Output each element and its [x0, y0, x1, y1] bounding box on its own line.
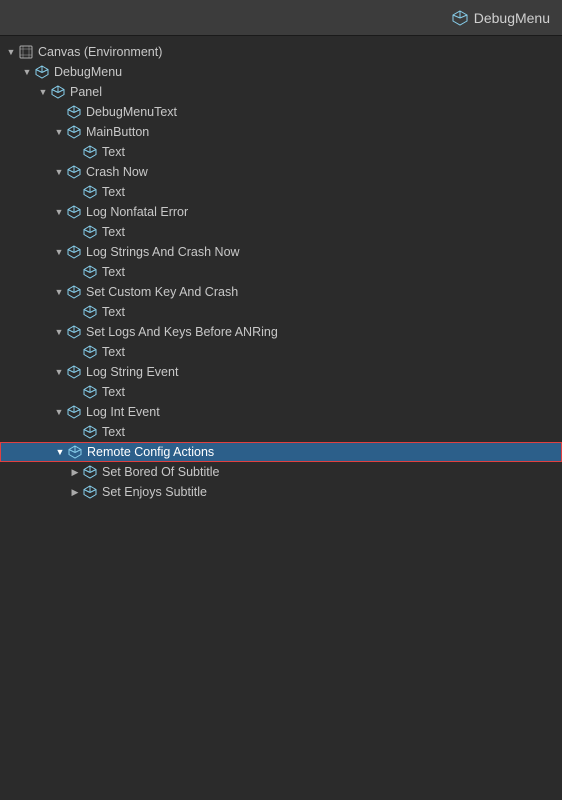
cube-icon	[82, 224, 98, 240]
tree-arrow[interactable]: ▼	[52, 202, 66, 222]
cube-icon	[66, 244, 82, 260]
header-title: DebugMenu	[452, 10, 550, 26]
tree-item-logstring[interactable]: ▼ Log String Event	[0, 362, 562, 382]
tree-item-label: Log Int Event	[86, 402, 160, 422]
cube-icon	[67, 444, 83, 460]
header-cube-icon	[452, 10, 468, 26]
cube-icon	[66, 104, 82, 120]
tree-item-label: Set Custom Key And Crash	[86, 282, 238, 302]
tree-item-logstring-text[interactable]: Text	[0, 382, 562, 402]
cube-icon	[82, 184, 98, 200]
tree-item-label: Text	[102, 342, 125, 362]
tree-item-canvas[interactable]: ▼ Canvas (Environment)	[0, 42, 562, 62]
tree-item-logint-text[interactable]: Text	[0, 422, 562, 442]
tree-item-lognonfatal[interactable]: ▼ Log Nonfatal Error	[0, 202, 562, 222]
tree-item-label: Set Logs And Keys Before ANRing	[86, 322, 278, 342]
tree-item-label: Canvas (Environment)	[38, 42, 162, 62]
tree-item-logstrings-text[interactable]: Text	[0, 262, 562, 282]
tree-item-label: Crash Now	[86, 162, 148, 182]
tree-item-label: Log String Event	[86, 362, 178, 382]
header: DebugMenu	[0, 0, 562, 36]
tree-item-label: Text	[102, 222, 125, 242]
tree-arrow[interactable]: ▼	[52, 402, 66, 422]
cube-icon	[82, 264, 98, 280]
tree-item-setenjoys[interactable]: ▶ Set Enjoys Subtitle	[0, 482, 562, 502]
cube-icon	[66, 124, 82, 140]
cube-icon	[66, 164, 82, 180]
tree-item-debugmenutext[interactable]: DebugMenuText	[0, 102, 562, 122]
tree-item-label: MainButton	[86, 122, 149, 142]
tree-item-label: Text	[102, 382, 125, 402]
tree-item-label: Set Enjoys Subtitle	[102, 482, 207, 502]
cube-icon	[66, 404, 82, 420]
tree-arrow[interactable]: ▶	[68, 482, 82, 502]
tree-item-label: Text	[102, 182, 125, 202]
tree-arrow[interactable]: ▼	[52, 362, 66, 382]
cube-icon	[66, 204, 82, 220]
cube-icon	[82, 304, 98, 320]
tree-item-crashnow-text[interactable]: Text	[0, 182, 562, 202]
tree-item-label: DebugMenuText	[86, 102, 177, 122]
cube-icon	[66, 284, 82, 300]
tree-item-setlogs-text[interactable]: Text	[0, 342, 562, 362]
tree-item-setcustom[interactable]: ▼ Set Custom Key And Crash	[0, 282, 562, 302]
cube-icon	[50, 84, 66, 100]
tree-arrow[interactable]: ▼	[52, 282, 66, 302]
cube-icon	[82, 484, 98, 500]
tree-item-logint[interactable]: ▼ Log Int Event	[0, 402, 562, 422]
tree-item-mainbutton-text[interactable]: Text	[0, 142, 562, 162]
cube-icon	[82, 424, 98, 440]
cube-icon	[66, 364, 82, 380]
tree-item-setbored[interactable]: ▶ Set Bored Of Subtitle	[0, 462, 562, 482]
header-title-text: DebugMenu	[474, 10, 550, 26]
tree-item-logstrings[interactable]: ▼ Log Strings And Crash Now	[0, 242, 562, 262]
tree-item-panel[interactable]: ▼ Panel	[0, 82, 562, 102]
tree-item-remoteconfig[interactable]: ▼ Remote Config Actions	[0, 442, 562, 462]
tree-item-label: Text	[102, 302, 125, 322]
tree-arrow[interactable]: ▼	[36, 82, 50, 102]
tree-arrow[interactable]: ▼	[52, 122, 66, 142]
tree-arrow[interactable]: ▼	[52, 242, 66, 262]
cube-icon	[66, 324, 82, 340]
tree-item-setcustom-text[interactable]: Text	[0, 302, 562, 322]
tree-item-label: Text	[102, 262, 125, 282]
tree-item-mainbutton[interactable]: ▼ MainButton	[0, 122, 562, 142]
canvas-icon	[18, 44, 34, 60]
tree-arrow[interactable]: ▼	[53, 442, 67, 462]
tree-item-debugmenu[interactable]: ▼ DebugMenu	[0, 62, 562, 82]
tree-item-lognonfatal-text[interactable]: Text	[0, 222, 562, 242]
cube-icon	[82, 344, 98, 360]
tree-item-label: Set Bored Of Subtitle	[102, 462, 219, 482]
cube-icon	[34, 64, 50, 80]
tree-item-label: DebugMenu	[54, 62, 122, 82]
cube-icon	[82, 144, 98, 160]
tree-item-label: Remote Config Actions	[87, 442, 214, 462]
tree-arrow[interactable]: ▼	[4, 42, 18, 62]
tree-arrow[interactable]: ▼	[20, 62, 34, 82]
tree-view: ▼ Canvas (Environment)▼ DebugMenu▼ Panel…	[0, 36, 562, 508]
tree-arrow[interactable]: ▶	[68, 462, 82, 482]
tree-item-label: Text	[102, 422, 125, 442]
cube-icon	[82, 464, 98, 480]
tree-arrow[interactable]: ▼	[52, 322, 66, 342]
tree-item-label: Log Nonfatal Error	[86, 202, 188, 222]
tree-item-label: Log Strings And Crash Now	[86, 242, 240, 262]
tree-item-crashnow[interactable]: ▼ Crash Now	[0, 162, 562, 182]
tree-item-setlogs[interactable]: ▼ Set Logs And Keys Before ANRing	[0, 322, 562, 342]
cube-icon	[82, 384, 98, 400]
tree-item-label: Text	[102, 142, 125, 162]
tree-arrow[interactable]: ▼	[52, 162, 66, 182]
tree-item-label: Panel	[70, 82, 102, 102]
